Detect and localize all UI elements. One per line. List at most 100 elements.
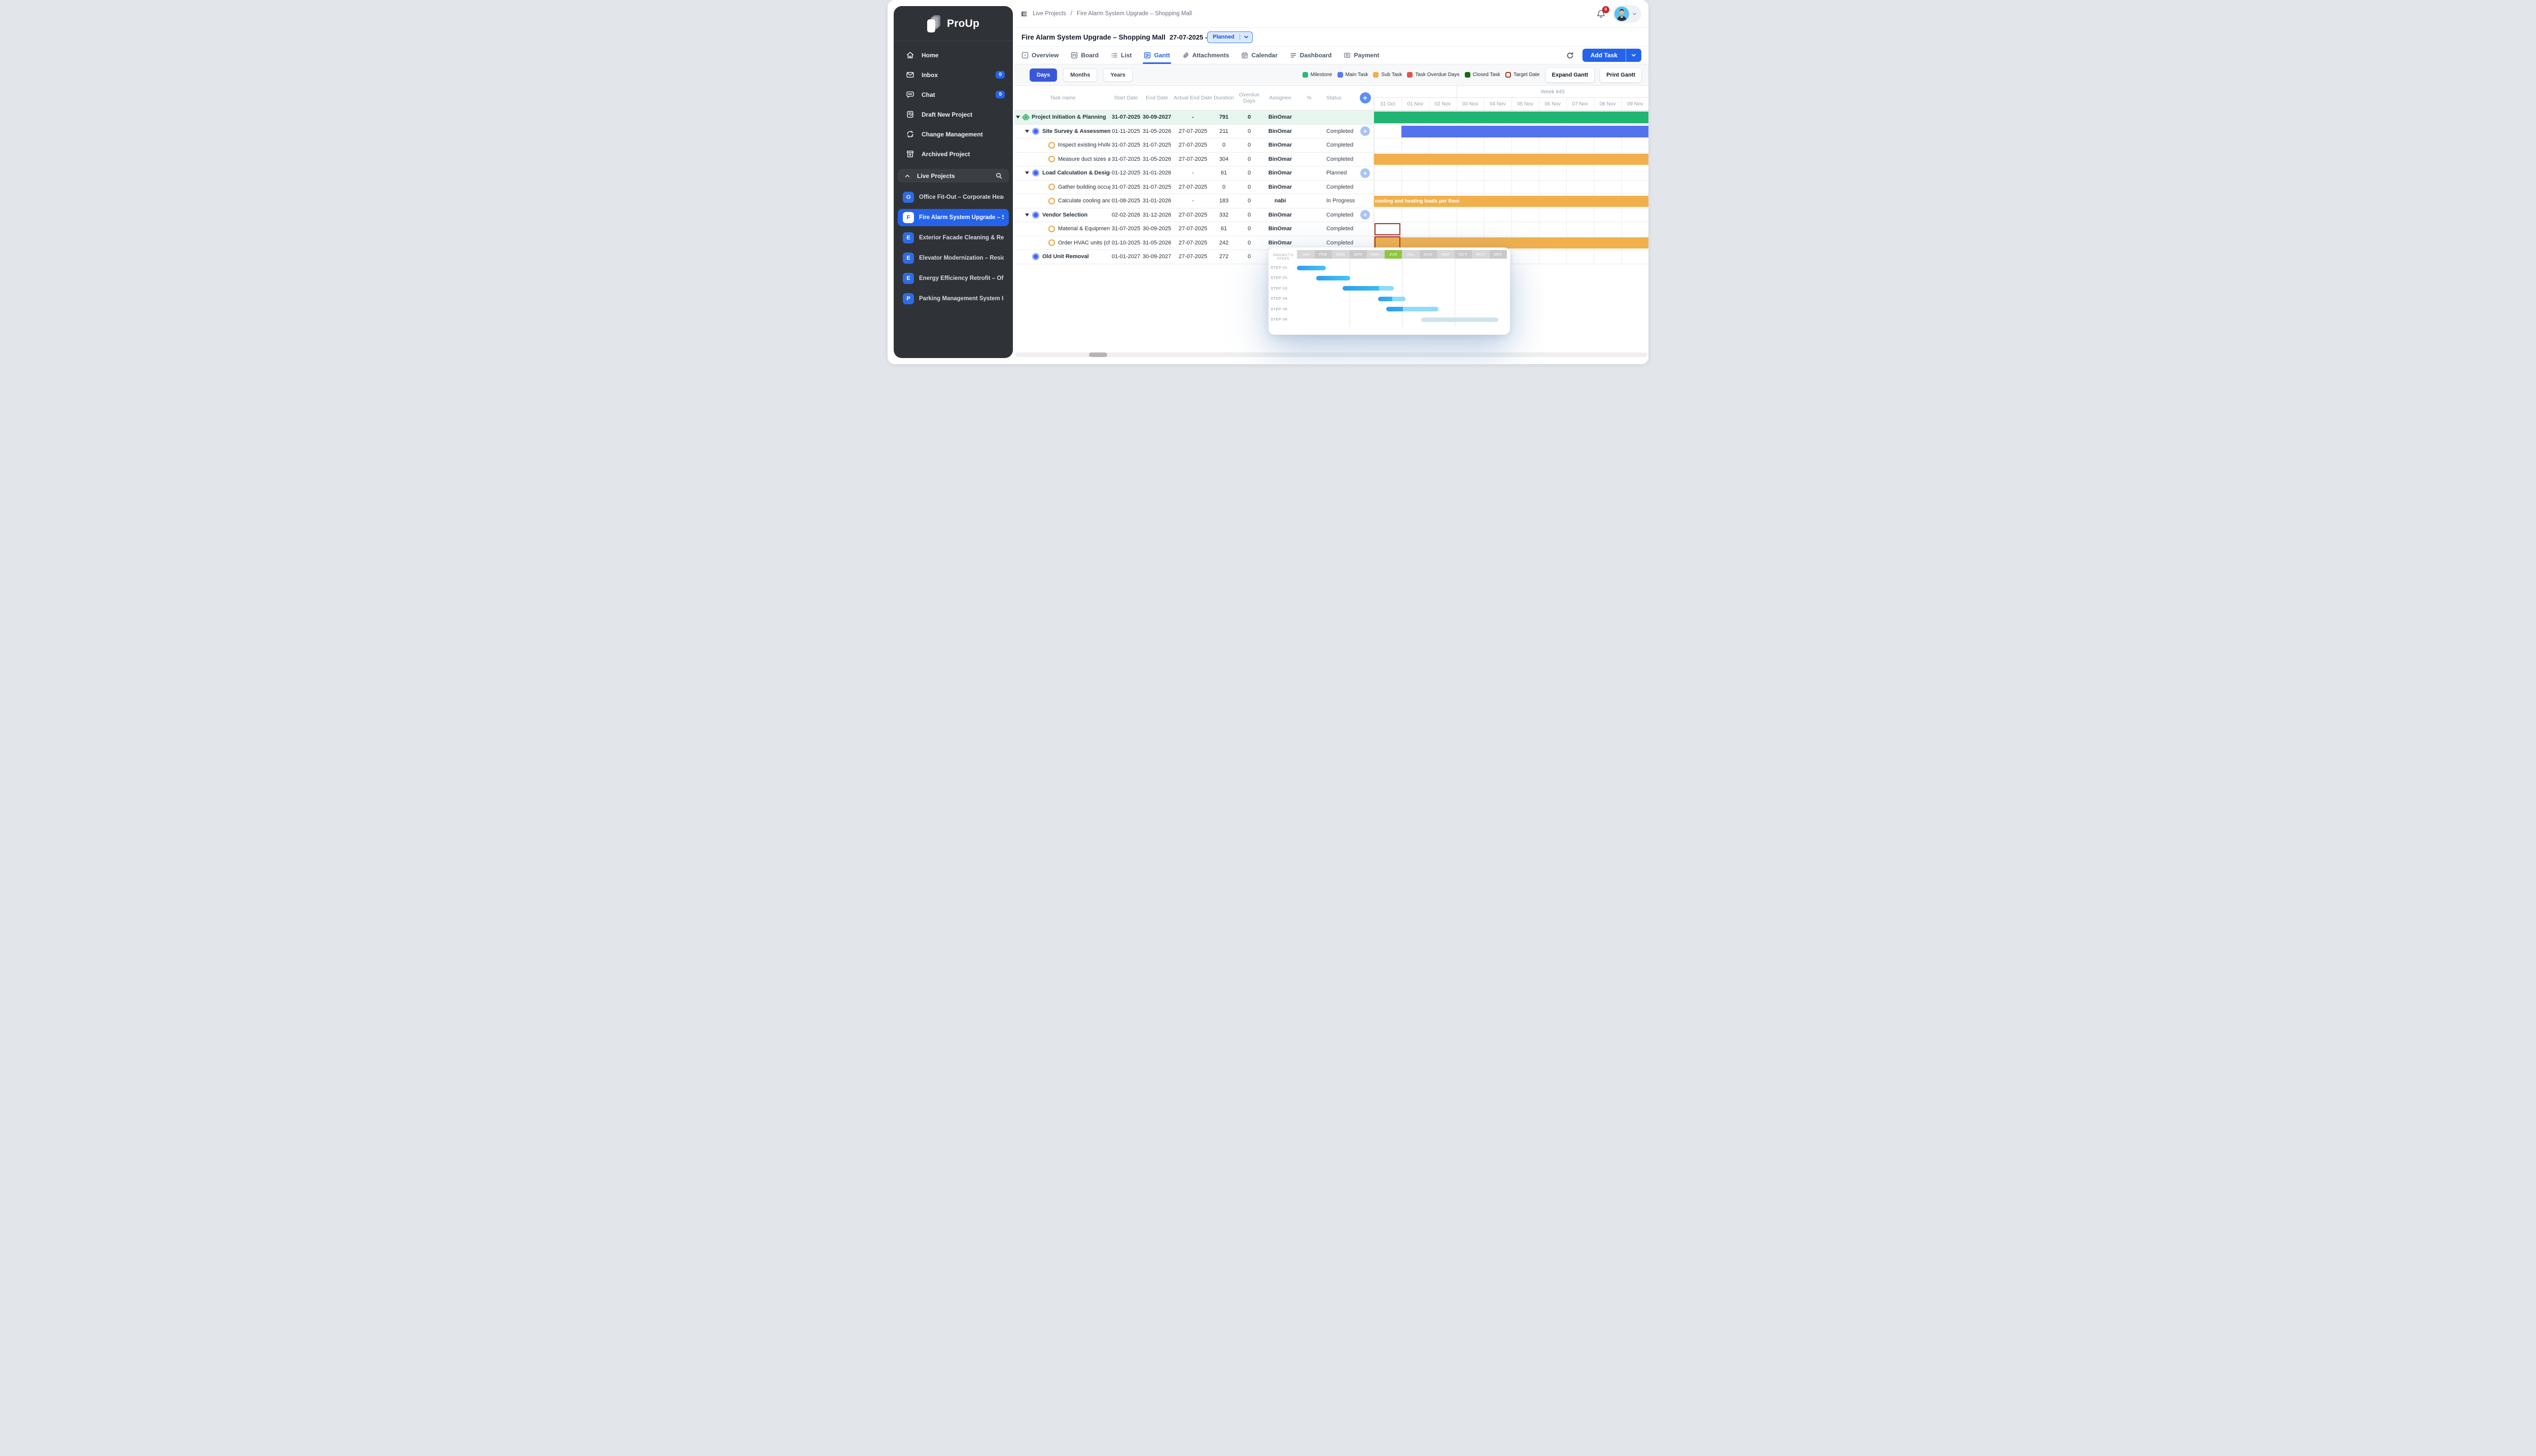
actual-end-date-cell: 27-07-2025 [1172, 184, 1214, 190]
project-status-select[interactable]: Planned [1207, 31, 1253, 43]
table-row[interactable]: Calculate cooling and heati01-08-202531-… [1014, 194, 1648, 208]
sidebar-item-chat[interactable]: Chat0 [894, 85, 1013, 104]
col-end-date: End Date [1142, 95, 1172, 101]
end-date-cell: 30-09-2027 [1142, 114, 1172, 120]
sidebar-item-home[interactable]: Home [894, 45, 1013, 65]
expand-gantt-button[interactable]: Expand Gantt [1546, 68, 1595, 82]
scrollbar-thumb[interactable] [1089, 352, 1107, 357]
gantt-day-label: 01 Nov [1401, 98, 1429, 110]
archive-icon [906, 150, 914, 158]
col-task-name: Task name [1014, 95, 1110, 101]
sub-task-icon [1048, 142, 1055, 149]
actual-end-date-cell: 27-07-2025 [1172, 156, 1214, 162]
sidebar-item-inbox[interactable]: Inbox0 [894, 65, 1013, 85]
chevron-down-icon[interactable] [1626, 49, 1641, 62]
gantt-bar-sub[interactable] [1374, 154, 1648, 165]
table-row[interactable]: Vendor Selection02-02-202631-12-202627-0… [1014, 208, 1648, 223]
sidebar-item-change-management[interactable]: Change Management [894, 124, 1013, 144]
change-icon [906, 130, 914, 138]
sidebar-project-item[interactable]: EEnergy Efficiency Retrofit – Offic... [898, 270, 1009, 287]
notifications-button[interactable]: 0 [1596, 9, 1606, 19]
table-row[interactable]: Measure duct sizes and lay31-07-202531-0… [1014, 153, 1648, 167]
sidebar-item-archived-project[interactable]: Archived Project [894, 144, 1013, 164]
duration-cell: 332 [1214, 212, 1234, 218]
expand-caret-icon[interactable] [1025, 214, 1029, 217]
add-subtask-button[interactable]: + [1360, 168, 1370, 178]
legend-label: Sub Task [1381, 72, 1402, 78]
duration-cell: 0 [1214, 142, 1234, 148]
status-cell: Completed [1322, 142, 1357, 148]
tab-list[interactable]: List [1111, 47, 1132, 64]
horizontal-scrollbar[interactable] [1015, 352, 1647, 357]
expand-caret-icon[interactable] [1025, 171, 1029, 174]
legend-swatch [1465, 72, 1470, 78]
table-row[interactable]: Gather building occupancy31-07-202531-07… [1014, 181, 1648, 195]
list-icon [1111, 52, 1118, 59]
gantt-bar-milestone[interactable] [1374, 112, 1648, 123]
home-icon [906, 51, 914, 59]
expand-caret-icon[interactable] [1025, 130, 1029, 133]
sidebar-section-live-projects[interactable]: Live Projects [898, 169, 1009, 183]
tab-calendar[interactable]: Calendar [1241, 47, 1277, 64]
sidebar-project-item[interactable]: EElevator Modernization – Reside... [898, 250, 1009, 267]
table-row[interactable]: Project Initiation & Planning31-07-20253… [1014, 111, 1648, 125]
table-row[interactable]: Site Survey & Assessment01-11-202531-05-… [1014, 125, 1648, 139]
table-row[interactable]: Inspect existing HVAC equi31-07-202531-0… [1014, 138, 1648, 153]
user-menu[interactable] [1613, 5, 1641, 23]
search-icon[interactable] [995, 172, 1003, 180]
start-date-cell: 01-01-2027 [1110, 254, 1142, 260]
overdue-days-cell: 0 [1234, 184, 1264, 190]
start-date-cell: 01-10-2025 [1110, 240, 1142, 246]
project-name-label: Exterior Facade Cleaning & Repa... [919, 235, 1004, 241]
gantt-bar-sub[interactable]: cooling and heating loads per floor [1374, 196, 1648, 207]
menu-back-icon[interactable] [1019, 10, 1028, 18]
tab-board[interactable]: Board [1071, 47, 1099, 64]
expand-caret-icon[interactable] [1016, 116, 1020, 119]
tab-attachments[interactable]: Attachments [1182, 47, 1229, 64]
sidebar-project-item[interactable]: FFire Alarm System Upgrade – Sh... [898, 209, 1009, 226]
overdue-days-cell: 0 [1234, 198, 1264, 204]
actual-end-date-cell: 27-07-2025 [1172, 142, 1214, 148]
print-gantt-button[interactable]: Print Gantt [1600, 68, 1641, 82]
tab-overview[interactable]: Overview [1022, 47, 1059, 64]
add-column-button[interactable]: + [1360, 92, 1371, 103]
chevron-down-icon [1632, 11, 1637, 17]
gantt-bar-sub[interactable] [1374, 237, 1648, 248]
start-date-cell: 31-07-2025 [1110, 156, 1142, 162]
refresh-icon[interactable] [1566, 51, 1574, 60]
breadcrumb-live-projects[interactable]: Live Projects [1033, 11, 1066, 17]
overdue-days-cell: 0 [1234, 156, 1264, 162]
legend-swatch [1505, 72, 1511, 78]
popup-month-dec: DEC [1490, 250, 1507, 259]
sidebar-project-item[interactable]: EExterior Facade Cleaning & Repa... [898, 229, 1009, 246]
add-subtask-button[interactable]: + [1360, 126, 1370, 136]
scale-button-years[interactable]: Years [1103, 68, 1132, 82]
legend-swatch [1337, 72, 1343, 78]
table-row[interactable]: Load Calculation & Design Re01-12-202531… [1014, 166, 1648, 181]
add-subtask-button[interactable]: + [1360, 210, 1370, 220]
gantt-row [1373, 208, 1648, 222]
sidebar-item-draft-new-project[interactable]: Draft New Project [894, 104, 1013, 124]
end-date-cell: 31-01-2026 [1142, 170, 1172, 176]
scale-button-months[interactable]: Months [1063, 68, 1097, 82]
tab-gantt[interactable]: Gantt [1144, 47, 1170, 64]
project-name-label: Fire Alarm System Upgrade – Sh... [919, 215, 1004, 221]
nav-item-label: Draft New Project [922, 111, 1005, 118]
inbox-icon [906, 70, 914, 79]
add-task-button[interactable]: Add Task [1582, 49, 1641, 62]
project-name-label: Energy Efficiency Retrofit – Offic... [919, 275, 1004, 281]
task-name-label: Load Calculation & Design Re [1042, 170, 1110, 176]
app-window: ProUp HomeInbox0Chat0Draft New ProjectCh… [888, 0, 1648, 364]
tab-dashboard[interactable]: Dashboard [1290, 47, 1332, 64]
sidebar-project-item[interactable]: PParking Management System In... [898, 290, 1009, 307]
status-cell: Completed [1322, 128, 1357, 134]
tab-payment[interactable]: Payment [1344, 47, 1379, 64]
sidebar-project-item[interactable]: OOffice Fit-Out – Corporate Head... [898, 189, 1009, 206]
table-row[interactable]: Material & Equipment Orde31-07-202530-09… [1014, 222, 1648, 236]
gantt-row [1373, 111, 1648, 124]
col-duration: Duration [1214, 95, 1234, 101]
scale-button-days[interactable]: Days [1030, 68, 1057, 82]
chevron-down-icon [1240, 34, 1252, 40]
live-projects-label: Live Projects [917, 172, 989, 180]
gantt-bar-main[interactable] [1401, 126, 1648, 137]
